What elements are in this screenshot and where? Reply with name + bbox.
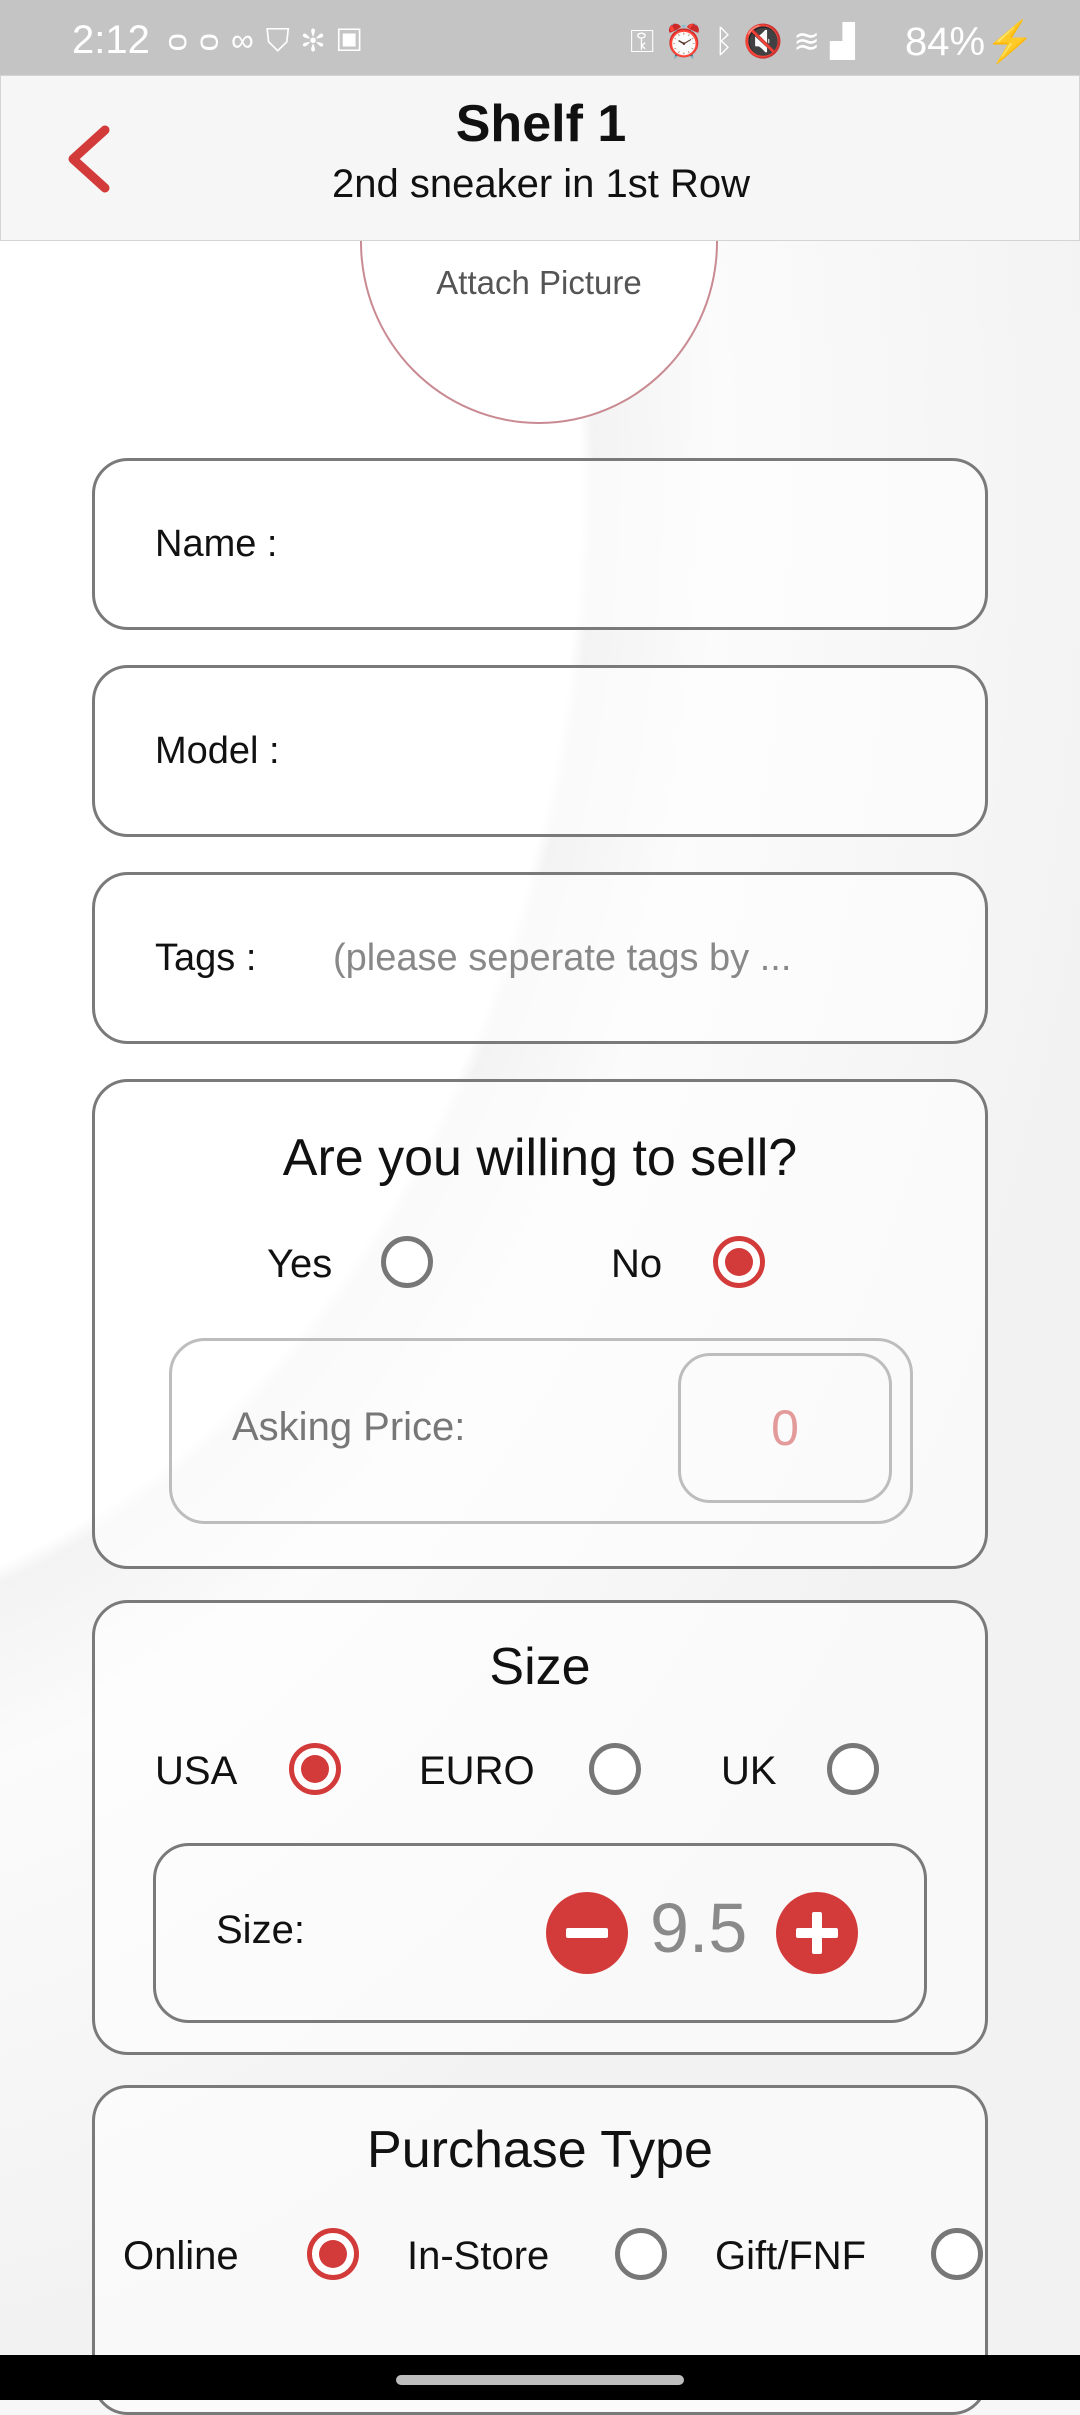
size-uk-label: UK [721, 1749, 777, 1793]
size-stepper-box: Size: 9.5 [153, 1843, 927, 2023]
size-panel: Size USA EURO UK Size: 9.5 [92, 1600, 988, 2055]
purchase-instore-label: In-Store [407, 2234, 550, 2278]
tags-input-placeholder[interactable]: (please seperate tags by ... [333, 937, 791, 980]
voicemail-icon: ᴑᴑ [168, 22, 231, 58]
size-usa-label: USA [155, 1749, 238, 1793]
system-nav-bar [0, 2355, 1080, 2400]
minus-icon [566, 1928, 608, 1938]
model-field[interactable]: Model : [92, 665, 988, 837]
battery-level: 84%⚡ [905, 18, 1035, 65]
purchase-online-label: Online [123, 2234, 239, 2278]
purchase-gift-label: Gift/FNF [715, 2234, 867, 2278]
sell-panel: Are you willing to sell? Yes No Asking P… [92, 1079, 988, 1569]
status-time: 2:12 [72, 18, 150, 62]
status-bar-overlay: 2:12 ᴑᴑ∞⛉✻▣ ⚿⏰ᛒ🔇≋▟ 84%⚡ [0, 0, 1080, 75]
size-euro-label: EURO [419, 1749, 535, 1793]
size-increment-button[interactable] [776, 1892, 858, 1974]
size-stepper-label: Size: [216, 1908, 305, 1952]
purchase-type-title: Purchase Type [367, 2121, 713, 2179]
size-uk-radio[interactable] [827, 1743, 879, 1795]
name-label: Name : [155, 523, 278, 565]
sell-yes-radio[interactable] [381, 1236, 433, 1288]
size-usa-radio[interactable] [289, 1743, 341, 1795]
size-title: Size [489, 1638, 591, 1696]
size-euro-radio[interactable] [589, 1743, 641, 1795]
page-title: Shelf 1 [455, 95, 627, 153]
sell-no-label: No [611, 1242, 663, 1286]
asking-price-input[interactable]: 0 [678, 1353, 892, 1503]
battery-text: 84% [905, 20, 986, 64]
asking-price-box: Asking Price: 0 [169, 1338, 913, 1524]
fan-icon: ✻ [301, 22, 337, 58]
status-left-icons: ᴑᴑ∞⛉✻▣ [168, 22, 374, 60]
key-icon: ⚿ [630, 23, 665, 59]
size-value: 9.5 [650, 1889, 748, 1967]
tags-label: Tags : [155, 937, 257, 979]
wifi-icon: ≋ [793, 23, 831, 59]
home-gesture-bar[interactable] [396, 2375, 684, 2385]
tags-field[interactable]: Tags : (please seperate tags by ... [92, 872, 988, 1044]
signal-icon: ▟ [830, 23, 865, 59]
shield-icon: ⛉ [265, 22, 302, 58]
battery-charging-icon: ⚡ [985, 20, 1035, 64]
purchase-online-radio[interactable] [307, 2228, 359, 2280]
image-icon: ▣ [336, 22, 374, 58]
alarm-icon: ⏰ [664, 23, 715, 59]
plus-icon-v [812, 1912, 822, 1954]
purchase-gift-radio[interactable] [931, 2228, 983, 2280]
status-right-icons: ⚿⏰ᛒ🔇≋▟ [630, 22, 865, 61]
sell-yes-label: Yes [267, 1242, 333, 1286]
asking-price-label: Asking Price: [232, 1405, 466, 1449]
page-subtitle: 2nd sneaker in 1st Row [331, 162, 750, 206]
name-field[interactable]: Name : [92, 458, 988, 630]
purchase-instore-radio[interactable] [615, 2228, 667, 2280]
model-label: Model : [155, 730, 280, 772]
sell-no-radio[interactable] [713, 1236, 765, 1288]
mute-icon: 🔇 [743, 23, 794, 59]
attach-picture-label: Attach Picture [436, 264, 642, 301]
bluetooth-icon: ᛒ [714, 23, 744, 59]
size-decrement-button[interactable] [546, 1892, 628, 1974]
app-header-overlay: Shelf 1 2nd sneaker in 1st Row [0, 75, 1080, 241]
sell-title: Are you willing to sell? [282, 1129, 798, 1187]
infinity-icon: ∞ [230, 22, 266, 58]
